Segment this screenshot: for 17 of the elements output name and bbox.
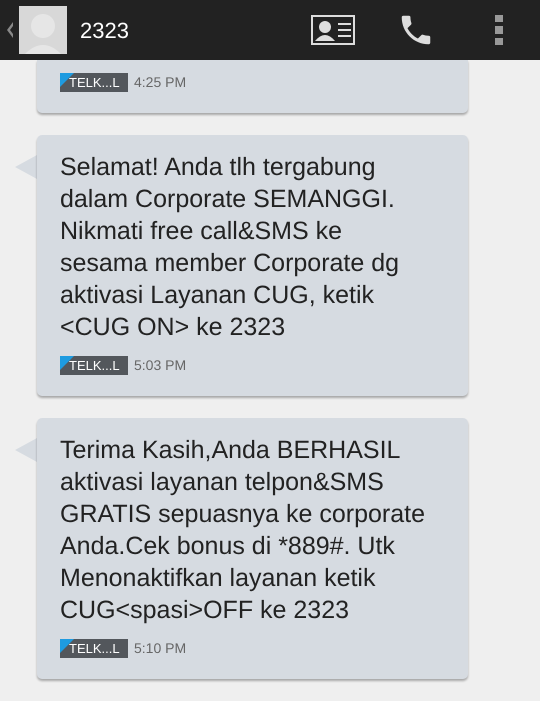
sim-badge: TELK...L	[60, 356, 128, 375]
message-bubble[interactable]: Terima Kasih,Anda BERHASIL aktivasi layanan telpon&SMS GRATIS sepuasnya ke corporate Anda.Cek bonus di *889#. Utk Menonaktifkan layanan ketik CUG<spasi>OFF ke 2323 TELK...L 5:10 PM	[37, 418, 468, 679]
message-text: Selamat! Anda tlh tergabung dalam Corporate SEMANGGI. Nikmati free call&SMS ke sesama member Corporate dg aktivasi Layanan CUG, ketik <CUG ON> ke 2323	[60, 152, 400, 343]
bubble-tail	[15, 438, 37, 462]
message-bubble[interactable]: Selamat! Anda tlh tergabung dalam Corporate SEMANGGI. Nikmati free call&SMS ke sesama member Corporate dg aktivasi Layanan CUG, ketik <CUG ON> ke 2323 TELK...L 5:03 PM	[37, 135, 468, 396]
contact-title: 2323	[80, 16, 129, 44]
contact-card-icon[interactable]	[311, 15, 355, 45]
sim-badge: TELK...L	[60, 639, 128, 658]
message-text: Terima Kasih,Anda BERHASIL aktivasi layanan telpon&SMS GRATIS sepuasnya ke corporate Anda.Cek bonus di *889#. Utk Menonaktifkan layanan ketik CUG<spasi>OFF ke 2323	[60, 435, 426, 626]
back-icon[interactable]	[6, 21, 14, 39]
message-time: 4:25 PM	[134, 73, 186, 92]
bubble-tail	[15, 155, 37, 179]
message-time: 5:03 PM	[134, 356, 186, 375]
message-time: 5:10 PM	[134, 639, 186, 658]
menu-icon[interactable]	[495, 15, 503, 45]
message-bubble[interactable]: TELK...L 4:25 PM	[37, 60, 468, 113]
sim-badge: TELK...L	[60, 73, 128, 92]
